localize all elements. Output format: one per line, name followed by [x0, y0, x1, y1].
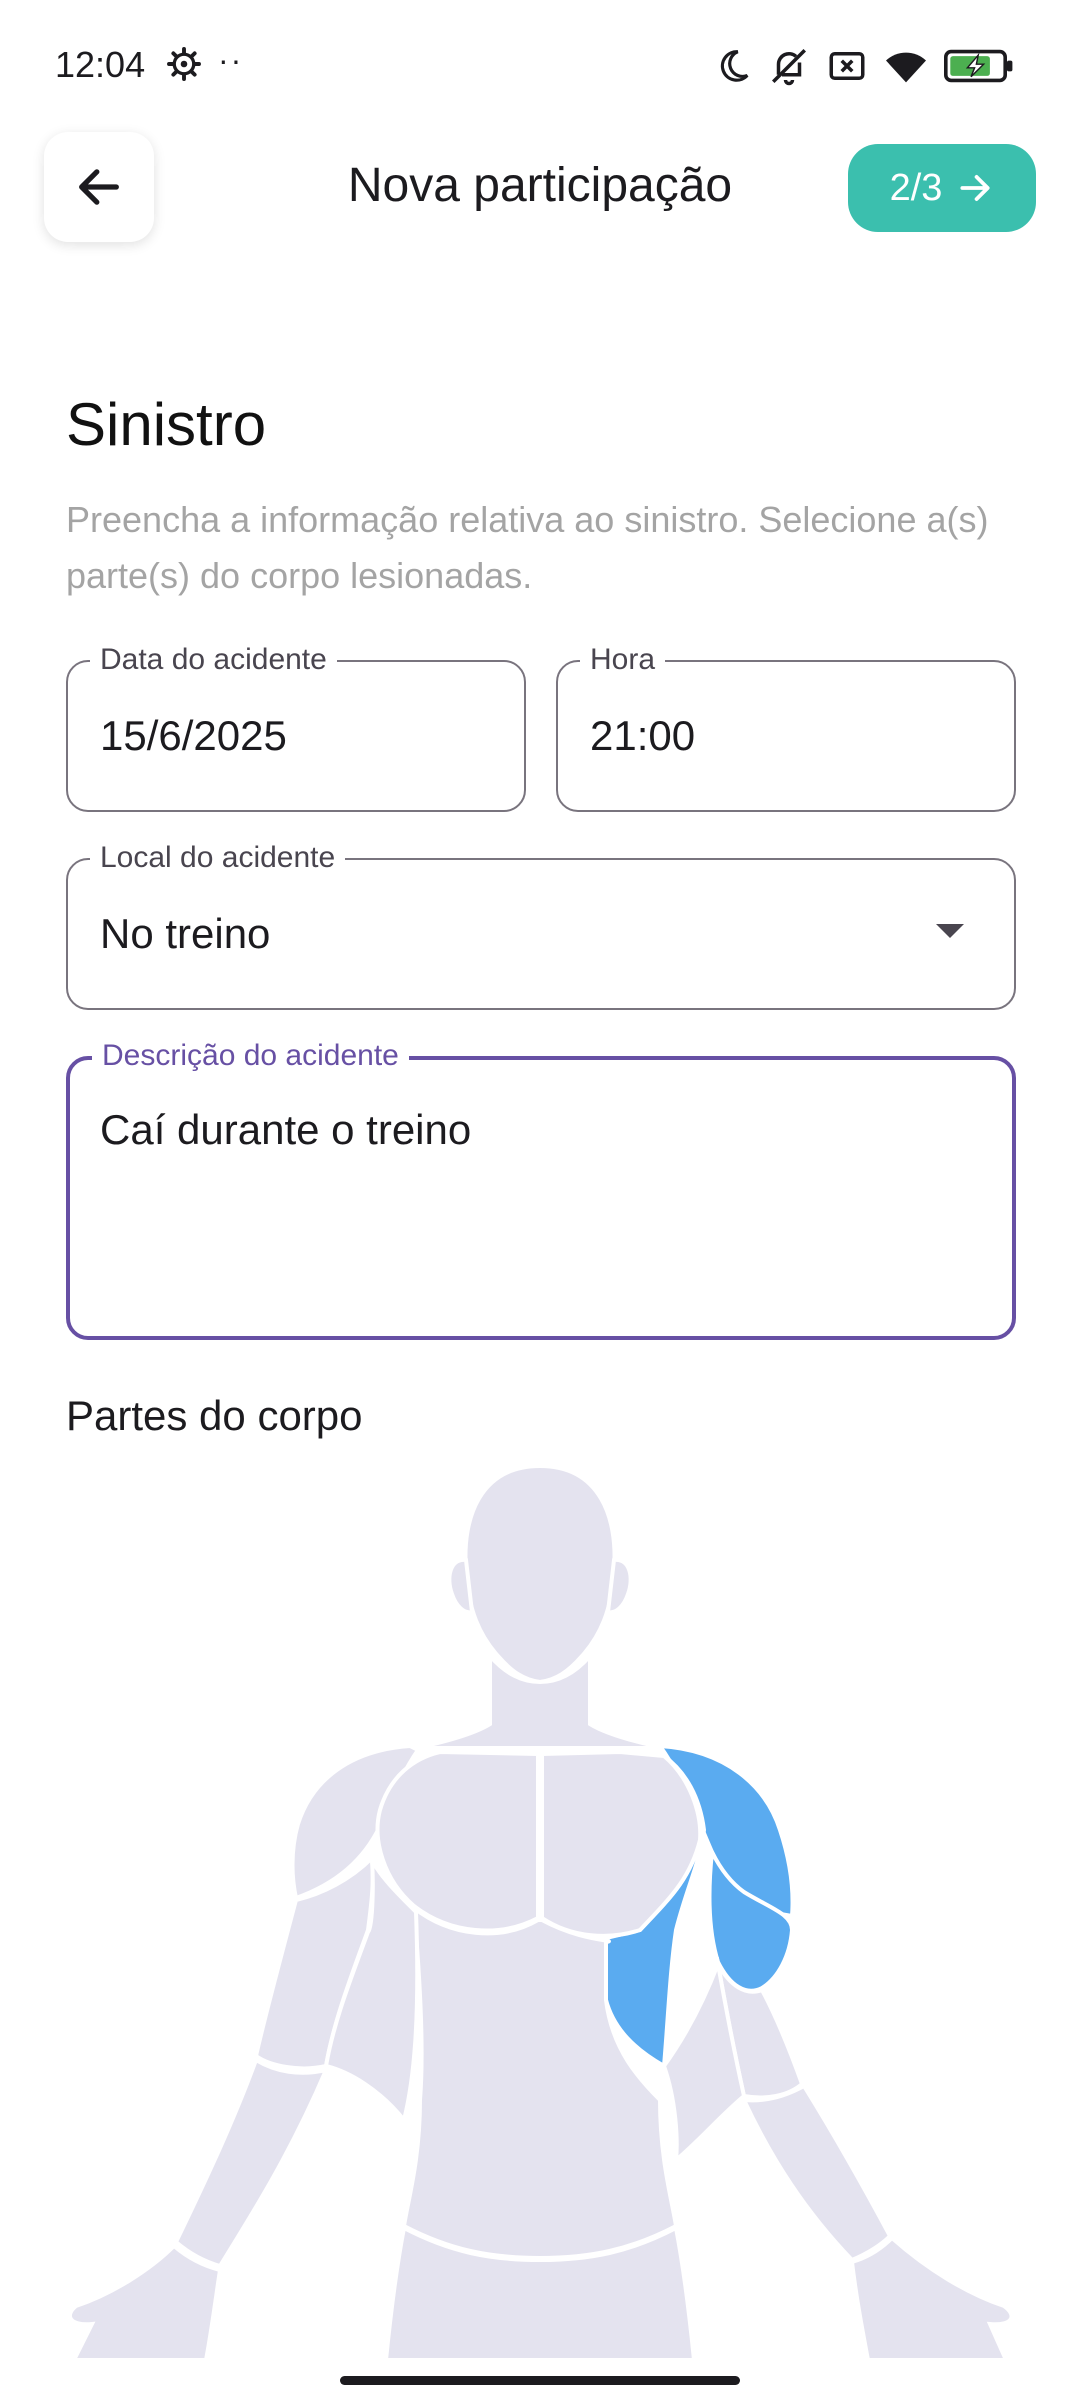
close-box-icon	[829, 52, 865, 80]
step-indicator: 2/3	[889, 166, 943, 209]
section-title: Sinistro	[66, 391, 267, 458]
body-part-right-forearm[interactable]	[173, 2057, 330, 2269]
status-time: 12:04	[55, 44, 146, 85]
gear-icon	[167, 47, 201, 81]
body-map	[67, 1463, 1014, 2360]
bell-off-icon	[772, 49, 806, 86]
accident-time-label: Hora	[580, 642, 666, 678]
status-icons	[714, 44, 1016, 88]
status-bar: 12:04 ··	[0, 0, 1080, 130]
section-description: Preencha a informação relativa ao sinist…	[66, 499, 989, 596]
dropdown-arrow-icon	[936, 924, 964, 938]
accident-time-value: 21:00	[590, 712, 696, 759]
battery-charging-icon	[944, 49, 1013, 83]
accident-time-field[interactable]: Hora 21:00	[556, 642, 1016, 812]
status-more-dots: ··	[218, 42, 244, 78]
accident-location-dropdown[interactable]: Local do acidente No treino	[66, 840, 1016, 1010]
body-part-left-forearm[interactable]	[740, 2083, 893, 2263]
accident-date-value: 15/6/2025	[100, 712, 287, 759]
accident-description-value: Caí durante o treino	[100, 1106, 472, 1153]
wifi-icon	[886, 52, 926, 83]
accident-date-label: Data do acidente	[90, 642, 337, 678]
arrow-right-icon	[960, 175, 990, 201]
accident-date-field[interactable]: Data do acidente 15/6/2025	[66, 642, 526, 812]
body-part-left-hand[interactable]	[849, 2235, 1014, 2360]
body-part-right-hand[interactable]	[67, 2243, 223, 2360]
body-part-head[interactable]	[463, 1463, 617, 1685]
body-part-right-ear[interactable]	[447, 1557, 475, 1615]
body-part-left-ear[interactable]	[605, 1557, 633, 1615]
accident-location-value: No treino	[100, 910, 271, 957]
next-step-button[interactable]: 2/3	[848, 144, 1036, 232]
accident-description-field[interactable]: Descrição do acidente Caí durante o trei…	[66, 1038, 1016, 1340]
accident-location-label: Local do acidente	[90, 840, 346, 876]
accident-description-label: Descrição do acidente	[92, 1038, 409, 1074]
moon-icon	[720, 50, 749, 82]
body-parts-title: Partes do corpo	[66, 1392, 363, 1439]
home-indicator	[340, 2376, 740, 2385]
